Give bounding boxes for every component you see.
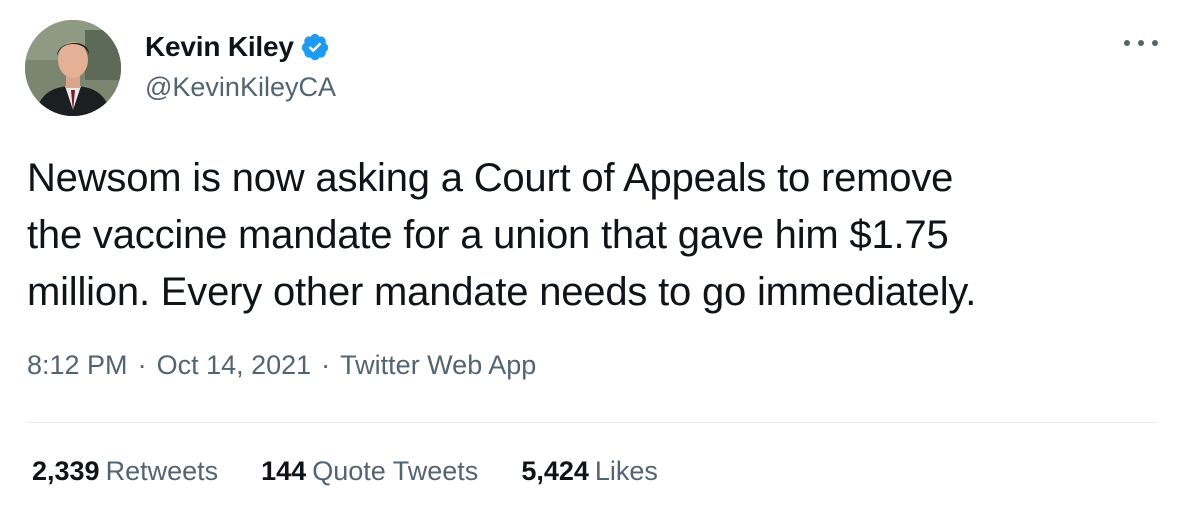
tweet-source[interactable]: Twitter Web App — [340, 350, 536, 381]
meta-separator: · — [137, 350, 147, 380]
retweets-count: 2,339 — [32, 456, 100, 486]
meta-separator: · — [321, 350, 331, 380]
tweet-text-line: the vaccine mandate for a union that gav… — [27, 213, 949, 257]
retweets-label: Retweets — [105, 456, 219, 486]
tweet-card: Kevin Kiley @KevinKileyCA Newsom is now … — [0, 0, 1188, 524]
quote-tweets-count: 144 — [261, 456, 307, 486]
more-dot — [1152, 40, 1158, 46]
tweet-text-line: Newsom is now asking a Court of Appeals … — [27, 156, 954, 200]
likes-count: 5,424 — [521, 456, 589, 486]
author-display-name[interactable]: Kevin Kiley — [145, 31, 294, 63]
avatar-image — [25, 20, 121, 116]
tweet-stats: 2,339 Retweets 144 Quote Tweets 5,424 Li… — [32, 456, 701, 487]
divider — [27, 422, 1158, 423]
retweets-stat[interactable]: 2,339 Retweets — [32, 456, 218, 487]
tweet-time[interactable]: 8:12 PM — [27, 350, 128, 381]
quote-tweets-label: Quote Tweets — [312, 456, 479, 486]
likes-stat[interactable]: 5,424 Likes — [521, 456, 658, 487]
verified-badge-icon — [300, 32, 330, 62]
author-handle[interactable]: @KevinKileyCA — [145, 72, 336, 103]
tweet-text: Newsom is now asking a Court of Appeals … — [27, 150, 1157, 321]
tweet-text-line: million. Every other mandate needs to go… — [27, 270, 977, 314]
more-dot — [1124, 40, 1130, 46]
avatar[interactable] — [25, 20, 121, 116]
tweet-metadata: 8:12 PM · Oct 14, 2021 · Twitter Web App — [27, 350, 536, 381]
more-dot — [1138, 40, 1144, 46]
tweet-date[interactable]: Oct 14, 2021 — [157, 350, 312, 381]
author-name-row: Kevin Kiley — [145, 30, 330, 64]
likes-label: Likes — [594, 456, 658, 486]
quote-tweets-stat[interactable]: 144 Quote Tweets — [261, 456, 478, 487]
more-options-icon[interactable] — [1124, 36, 1158, 50]
